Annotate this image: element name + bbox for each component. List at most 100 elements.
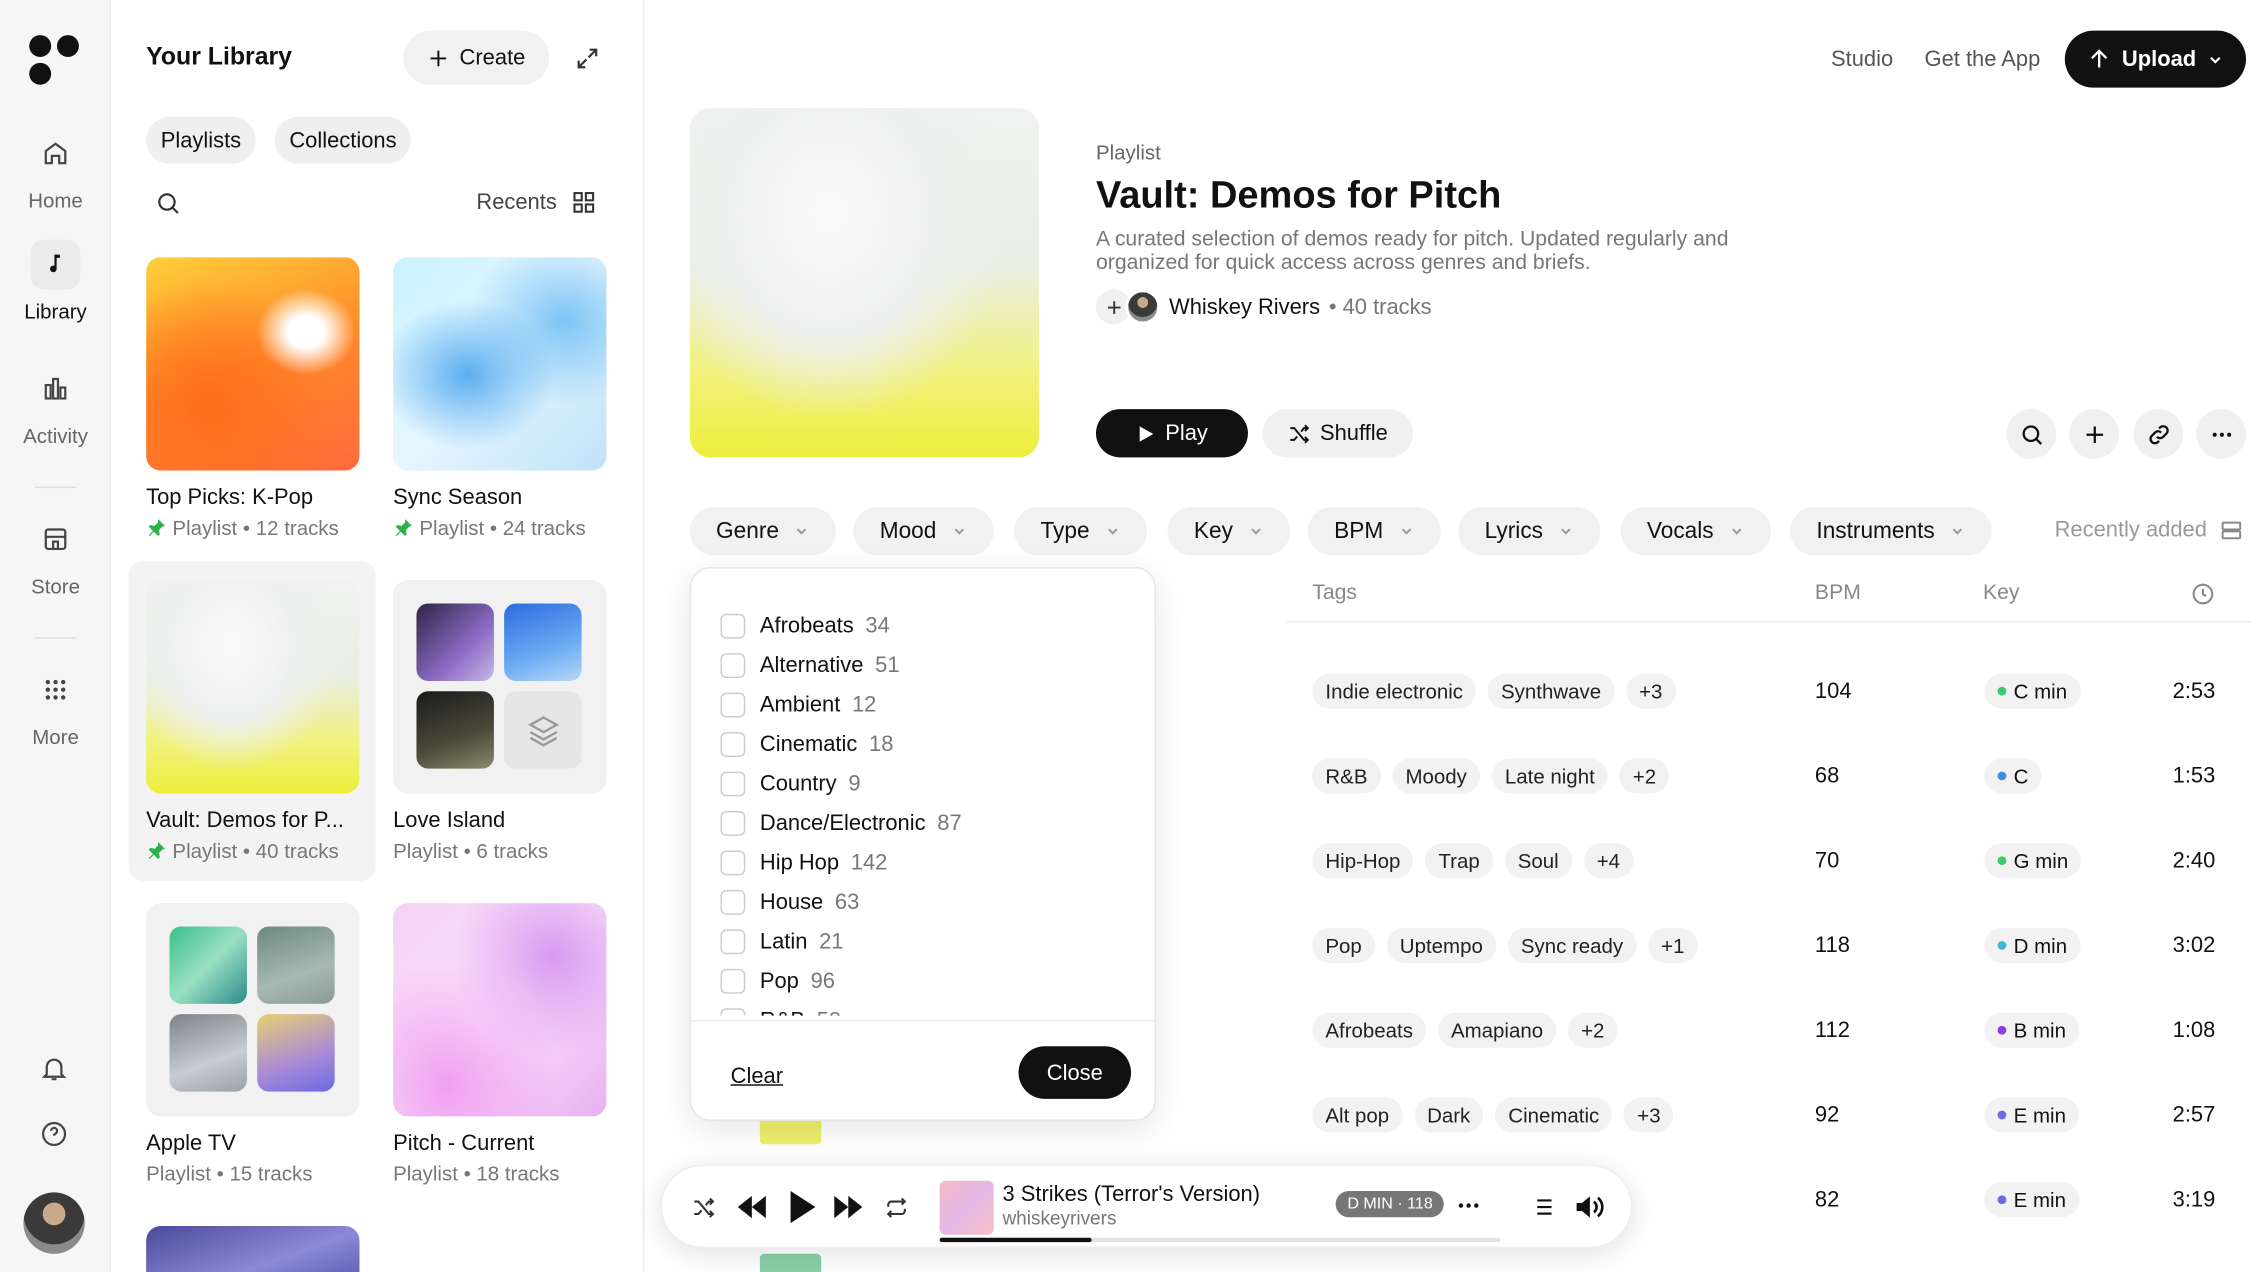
bell-icon[interactable]: [39, 1054, 68, 1083]
search-icon[interactable]: [2006, 409, 2057, 459]
tag-chip[interactable]: R&B: [1312, 758, 1381, 794]
tag-chip[interactable]: Pop: [1312, 927, 1375, 963]
clear-button[interactable]: Clear: [731, 1064, 783, 1089]
play-button[interactable]: Play: [1095, 409, 1248, 458]
tag-chip[interactable]: Hip-Hop: [1312, 843, 1414, 879]
now-playing-title[interactable]: 3 Strikes (Terror's Version): [1002, 1182, 1260, 1207]
checkbox[interactable]: [720, 968, 746, 994]
tag-chip[interactable]: Cinematic: [1495, 1097, 1613, 1133]
queue-icon[interactable]: [1529, 1194, 1555, 1220]
filter-instruments[interactable]: Instruments: [1790, 507, 1992, 556]
library-card[interactable]: Love Island Playlist • 6 tracks: [393, 580, 607, 862]
genre-option[interactable]: Alternative 51: [720, 646, 1129, 685]
tag-chip[interactable]: Sync ready: [1507, 927, 1637, 963]
checkbox[interactable]: [720, 653, 746, 679]
add-icon[interactable]: [2069, 409, 2119, 459]
library-card[interactable]: Top Picks: K-Pop Playlist • 12 tracks: [146, 257, 360, 539]
tag-chip[interactable]: Alt pop: [1312, 1097, 1403, 1133]
tag-chip[interactable]: +4: [1583, 843, 1634, 879]
shuffle-icon[interactable]: [691, 1195, 716, 1220]
table-row[interactable]: R&B Moody Late night +2 68 C 1:53: [1286, 734, 2250, 819]
tag-chip[interactable]: Late night: [1491, 758, 1608, 794]
checkbox[interactable]: [720, 613, 746, 639]
genre-option[interactable]: Ambient 12: [720, 685, 1129, 724]
chip-collections[interactable]: Collections: [274, 116, 412, 164]
genre-option[interactable]: Cinematic 18: [720, 725, 1129, 764]
chip-playlists[interactable]: Playlists: [146, 116, 256, 164]
table-row[interactable]: Afrobeats Amapiano +2 112 B min 1:08: [1286, 988, 2250, 1073]
filter-genre[interactable]: Genre: [689, 507, 837, 556]
genre-option[interactable]: Hip Hop 142: [720, 843, 1129, 882]
play-icon[interactable]: [788, 1189, 817, 1224]
genre-option[interactable]: House 63: [720, 883, 1129, 922]
tag-chip[interactable]: Soul: [1504, 843, 1572, 879]
checkbox[interactable]: [720, 811, 746, 836]
library-card[interactable]: Pitch - Current Playlist • 18 tracks: [393, 903, 607, 1185]
app-logo[interactable]: [29, 35, 82, 88]
rail-item-library[interactable]: Library: [0, 239, 111, 323]
tag-chip[interactable]: +2: [1619, 758, 1670, 794]
tag-chip[interactable]: Amapiano: [1437, 1012, 1557, 1048]
search-icon[interactable]: [155, 190, 181, 216]
checkbox[interactable]: [720, 889, 746, 915]
tag-chip[interactable]: Dark: [1413, 1097, 1484, 1133]
checkbox[interactable]: [720, 692, 746, 718]
link-icon[interactable]: [2133, 409, 2184, 459]
shuffle-button[interactable]: Shuffle: [1262, 409, 1414, 458]
filter-key[interactable]: Key: [1167, 507, 1290, 556]
upload-button[interactable]: Upload: [2064, 30, 2247, 88]
genre-option[interactable]: Latin 21: [720, 922, 1129, 961]
sort-recents[interactable]: Recents: [476, 190, 596, 215]
table-row[interactable]: Hip-Hop Trap Soul +4 70 G min 2:40: [1286, 818, 2250, 903]
checkbox[interactable]: [720, 929, 746, 955]
help-icon[interactable]: [39, 1119, 68, 1148]
owner-avatar[interactable]: [1125, 289, 1161, 325]
now-playing-artist[interactable]: whiskeyrivers: [1002, 1207, 1116, 1229]
genre-option[interactable]: Afrobeats 34: [720, 606, 1129, 645]
library-card[interactable]: Sync Season Playlist • 24 tracks: [393, 257, 607, 539]
get-app-link[interactable]: Get the App: [1925, 47, 2041, 72]
table-row[interactable]: Indie electronic Synthwave +3 104 C min 2:53: [1286, 649, 2250, 734]
volume-icon[interactable]: [1574, 1192, 1606, 1221]
tag-chip[interactable]: Moody: [1392, 758, 1481, 794]
sort-dropdown[interactable]: Recently added: [2055, 517, 2244, 542]
tag-chip[interactable]: Indie electronic: [1312, 673, 1477, 709]
filter-lyrics[interactable]: Lyrics: [1458, 507, 1600, 556]
more-icon[interactable]: [1455, 1192, 1481, 1218]
previous-icon[interactable]: [735, 1192, 769, 1221]
tag-chip[interactable]: Uptempo: [1386, 927, 1496, 963]
tag-chip[interactable]: +3: [1624, 1097, 1674, 1133]
filter-vocals[interactable]: Vocals: [1620, 507, 1771, 556]
owner-name[interactable]: Whiskey Rivers: [1169, 294, 1320, 319]
genre-option[interactable]: R&B 58: [720, 1001, 1129, 1016]
filter-mood[interactable]: Mood: [853, 507, 994, 556]
next-icon[interactable]: [831, 1192, 865, 1221]
tag-chip[interactable]: +1: [1648, 927, 1698, 963]
library-card[interactable]: Vault: Demos for P... Playlist • 40 trac…: [146, 580, 360, 862]
genre-option[interactable]: Country 9: [720, 764, 1129, 803]
filter-bpm[interactable]: BPM: [1307, 507, 1441, 556]
tag-chip[interactable]: Afrobeats: [1312, 1012, 1427, 1048]
tag-chip[interactable]: Trap: [1425, 843, 1493, 879]
rail-item-store[interactable]: Store: [0, 514, 111, 598]
genre-option-list[interactable]: Afrobeats 34 Alternative 51 Ambient 12 Cinemat…: [720, 606, 1129, 1016]
library-card[interactable]: Apple TV Playlist • 15 tracks: [146, 903, 360, 1185]
tag-chip[interactable]: +3: [1625, 673, 1676, 709]
more-icon[interactable]: [2196, 409, 2247, 459]
studio-link[interactable]: Studio: [1831, 47, 1893, 72]
checkbox[interactable]: [720, 1008, 746, 1016]
filter-type[interactable]: Type: [1014, 507, 1147, 556]
table-row[interactable]: Pop Uptempo Sync ready +1 118 D min 3:02: [1286, 903, 2250, 988]
rail-item-activity[interactable]: Activity: [0, 364, 111, 447]
card-artwork[interactable]: [146, 1226, 360, 1272]
rail-item-home[interactable]: Home: [0, 129, 111, 212]
repeat-icon[interactable]: [884, 1195, 909, 1220]
checkbox[interactable]: [720, 850, 746, 876]
genre-option[interactable]: Dance/Electronic 87: [720, 804, 1129, 843]
rail-item-more[interactable]: More: [0, 665, 111, 748]
tag-chip[interactable]: Synthwave: [1487, 673, 1615, 709]
close-button[interactable]: Close: [1018, 1046, 1132, 1099]
checkbox[interactable]: [720, 732, 746, 757]
checkbox[interactable]: [720, 771, 746, 797]
create-button[interactable]: Create: [403, 30, 550, 85]
